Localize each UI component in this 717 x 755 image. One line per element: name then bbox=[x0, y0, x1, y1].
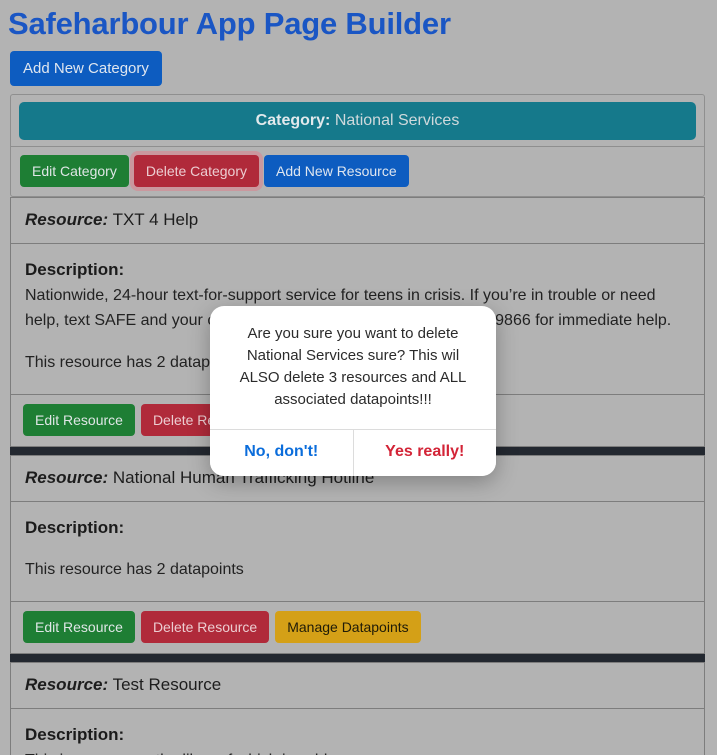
edit-resource-button[interactable]: Edit Resource bbox=[23, 611, 135, 643]
description-label: Description: bbox=[25, 260, 125, 279]
delete-resource-button[interactable]: Delete Resource bbox=[140, 611, 270, 643]
delete-confirm-dialog: Are you sure you want to delete National… bbox=[210, 306, 496, 476]
resource-name: TXT 4 Help bbox=[112, 210, 199, 229]
resource-divider bbox=[10, 654, 705, 662]
datapoints-count-text: This resource has 2 datapoints bbox=[25, 561, 244, 578]
dialog-cancel-button[interactable]: No, don't! bbox=[210, 430, 353, 476]
page-title: Safeharbour App Page Builder bbox=[8, 6, 451, 41]
add-new-resource-button[interactable]: Add New Resource bbox=[264, 155, 409, 187]
category-action-row: Edit Category Delete Category Add New Reso… bbox=[11, 146, 704, 196]
resource-name: Test Resource bbox=[112, 675, 222, 694]
resource-header: Resource: TXT 4 Help bbox=[11, 198, 704, 244]
dialog-confirm-button[interactable]: Yes really! bbox=[352, 430, 496, 476]
category-banner: Category: National Services bbox=[19, 102, 696, 140]
edit-resource-button[interactable]: Edit Resource bbox=[23, 404, 135, 436]
dialog-message: Are you sure you want to delete National… bbox=[239, 325, 467, 408]
manage-datapoints-button[interactable]: Manage Datapoints bbox=[275, 611, 421, 643]
resource-card: Resource: Test Resource Description: Thi… bbox=[10, 662, 705, 755]
description-text: This is a resource the likes of which is… bbox=[25, 748, 690, 755]
category-banner-name: National Services bbox=[334, 112, 460, 129]
page-root: Safeharbour App Page Builder Add New Cat… bbox=[0, 0, 717, 755]
resource-label: Resource: bbox=[25, 468, 109, 487]
dialog-button-row: No, don't! Yes really! bbox=[210, 429, 496, 476]
resource-header: Resource: Test Resource bbox=[11, 663, 704, 709]
category-card: Category: National Services Edit Categor… bbox=[10, 94, 705, 197]
resource-label: Resource: bbox=[25, 675, 109, 694]
add-new-category-button[interactable]: Add New Category bbox=[10, 51, 162, 86]
top-toolbar: Add New Category bbox=[0, 44, 717, 94]
resource-body: Description: This is a resource the like… bbox=[11, 709, 704, 755]
description-label: Description: bbox=[25, 725, 125, 744]
delete-category-button[interactable]: Delete Category bbox=[133, 155, 259, 187]
resource-action-row: Edit ResourceDelete ResourceManage Datap… bbox=[11, 601, 704, 653]
resource-label: Resource: bbox=[25, 210, 109, 229]
category-banner-label: Category: bbox=[255, 112, 331, 129]
resource-card: Resource: National Human Trafficking Hot… bbox=[10, 455, 705, 654]
description-label: Description: bbox=[25, 518, 125, 537]
resource-body: Description: This resource has 2 datapoi… bbox=[11, 502, 704, 590]
edit-category-button[interactable]: Edit Category bbox=[20, 155, 129, 187]
